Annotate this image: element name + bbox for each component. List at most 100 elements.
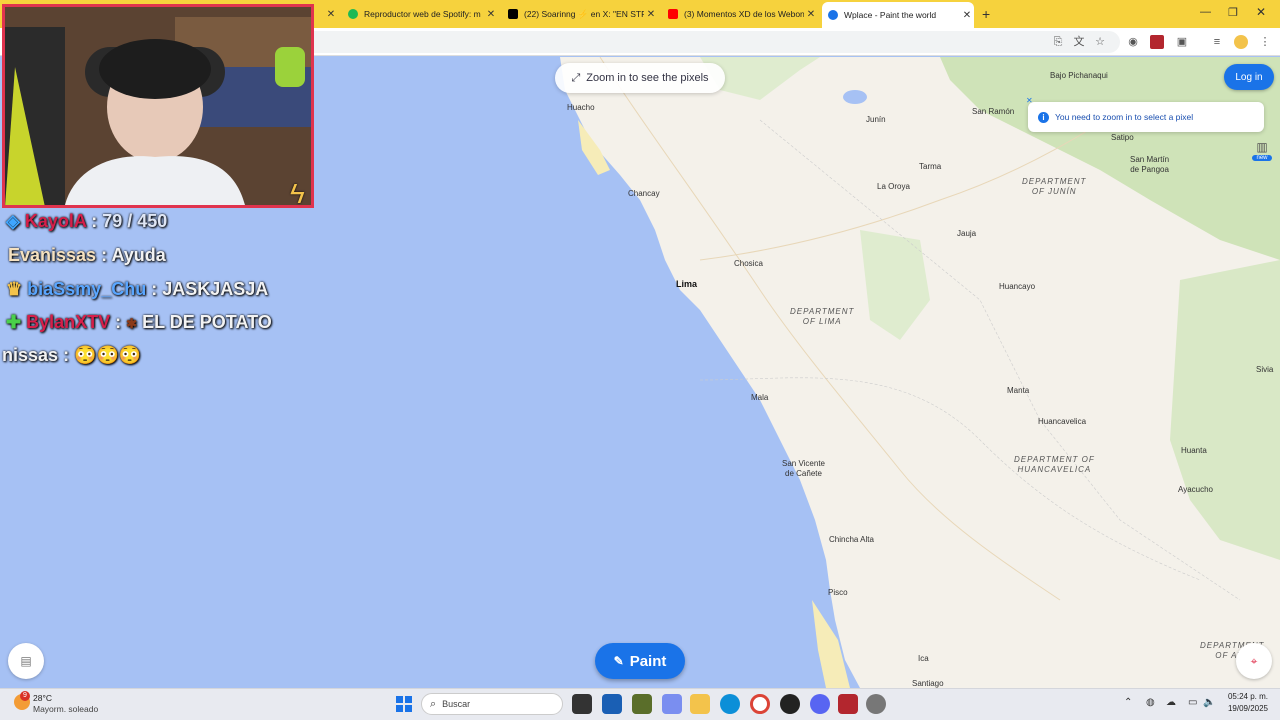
- place-pisco: Pisco: [828, 588, 848, 597]
- file-explorer-icon[interactable]: [690, 694, 710, 714]
- chat-line: Evanissas : Ayuda: [8, 245, 166, 266]
- tab-close-prev[interactable]: ✕: [318, 4, 338, 24]
- weather-badge: 9: [20, 691, 30, 701]
- extension-icon[interactable]: ◉: [1126, 35, 1140, 49]
- chat-msg: 😳😳😳: [74, 345, 142, 365]
- clock-time[interactable]: 05:24 p. m.: [1226, 692, 1268, 701]
- x-logo-icon: [508, 9, 518, 19]
- weather-desc[interactable]: Mayorm. soleado: [33, 704, 98, 714]
- close-icon[interactable]: ✕: [804, 9, 818, 20]
- tab-title: (3) Momentos XD de los Webon: [684, 9, 804, 19]
- extension-red-icon[interactable]: [1150, 35, 1164, 49]
- chat-user: Evanissas: [8, 245, 97, 265]
- tab-youtube[interactable]: (3) Momentos XD de los Webon ✕: [662, 4, 818, 24]
- chevron-up-icon[interactable]: ⌃: [1124, 697, 1132, 708]
- close-icon[interactable]: ✕: [960, 10, 974, 21]
- maximize-icon[interactable]: ❐: [1228, 6, 1238, 19]
- chat-line: nissas : 😳😳😳: [2, 345, 141, 366]
- weather-temp[interactable]: 28°C: [33, 693, 52, 703]
- place-ayacucho: Ayacucho: [1178, 485, 1213, 494]
- window-close-icon[interactable]: ✕: [1256, 5, 1266, 19]
- dept-huancavelica: DEPARTMENT OF HUANCAVELICA: [1014, 455, 1095, 474]
- puzzle-icon[interactable]: ▣: [1175, 35, 1189, 49]
- clock-date[interactable]: 19/09/2025: [1226, 704, 1268, 713]
- bookmark-star-icon[interactable]: ☆: [1093, 35, 1107, 49]
- volume-icon[interactable]: 🔈: [1203, 697, 1215, 708]
- edge-icon[interactable]: [720, 694, 740, 714]
- translate-icon[interactable]: 文: [1072, 35, 1086, 49]
- onedrive-icon[interactable]: ☁: [1166, 697, 1176, 708]
- close-icon[interactable]: ✕: [484, 9, 498, 20]
- crown-icon: ♛: [6, 279, 23, 299]
- place-bajo-pichanaqui: Bajo Pichanaqui: [1050, 71, 1108, 80]
- copilot-icon[interactable]: [662, 694, 682, 714]
- palette-button[interactable]: ▤: [8, 643, 44, 679]
- menu-icon[interactable]: ⋮: [1258, 35, 1272, 49]
- app-red-icon[interactable]: [838, 694, 858, 714]
- login-button[interactable]: Log in: [1224, 64, 1274, 90]
- place-huancayo: Huancayo: [999, 282, 1036, 291]
- toast-close-icon[interactable]: ✕: [1026, 96, 1033, 105]
- discord-icon[interactable]: [810, 694, 830, 714]
- chat-sep: :: [91, 211, 98, 231]
- place-sivia: Sivia: [1256, 365, 1274, 374]
- globe-icon: [828, 10, 838, 20]
- taskbar-search[interactable]: ⌕ Buscar: [421, 693, 563, 715]
- locate-button[interactable]: ⌖: [1236, 643, 1272, 679]
- windows-start-icon[interactable]: [396, 696, 412, 712]
- tab-x[interactable]: (22) Soarinng ⚡ en X: "EN STR ✕: [502, 4, 658, 24]
- store-icon[interactable]: [602, 694, 622, 714]
- plus-icon: ✚: [6, 312, 22, 332]
- chat-sep: :: [63, 345, 70, 365]
- chat-sep: :: [115, 312, 122, 332]
- place-santiago: Santiago: [912, 679, 944, 688]
- place-huancavelica: Huancavelica: [1038, 417, 1087, 426]
- chat-line: ♛ biaSsmy_Chu : JASKJASJA: [6, 279, 268, 300]
- install-app-icon[interactable]: ⎘: [1051, 35, 1065, 49]
- chat-user: biaSsmy_Chu: [27, 279, 147, 299]
- chrome-icon[interactable]: [750, 694, 770, 714]
- locate-icon: ⌖: [1250, 653, 1258, 668]
- place-jauja: Jauja: [957, 229, 977, 238]
- place-satipo: Satipo: [1111, 133, 1134, 142]
- chat-sep: :: [151, 279, 158, 299]
- minimize-icon[interactable]: —: [1200, 6, 1211, 18]
- new-tab-button[interactable]: +: [982, 6, 990, 22]
- profile-avatar[interactable]: [1234, 35, 1248, 49]
- chat-line: ◈ KayolA : 79 / 450: [6, 211, 167, 232]
- place-tarma: Tarma: [919, 162, 942, 171]
- app-icon[interactable]: [780, 694, 800, 714]
- settings-icon[interactable]: [866, 694, 886, 714]
- chat-user: KayolA: [24, 211, 87, 231]
- tab-title: Reproductor web de Spotify: m: [364, 9, 481, 19]
- webcam-overlay: [2, 4, 314, 208]
- zoom-in-icon: ⤢: [571, 71, 581, 84]
- task-view-icon[interactable]: [572, 694, 592, 714]
- place-mala: Mala: [751, 393, 769, 402]
- zoom-hint-pill: ⤢ Zoom in to see the pixels: [555, 63, 725, 93]
- bug-icon: ✱: [126, 316, 138, 331]
- media-icon[interactable]: ≡: [1210, 35, 1224, 49]
- place-manta: Manta: [1007, 386, 1030, 395]
- minecraft-icon[interactable]: [632, 694, 652, 714]
- url-input[interactable]: [300, 31, 1120, 53]
- display-icon[interactable]: ▭: [1188, 697, 1197, 708]
- toast-text: You need to zoom in to select a pixel: [1055, 112, 1194, 122]
- palette-icon: ▤: [20, 654, 32, 668]
- tray-app-icon[interactable]: ◍: [1146, 697, 1155, 708]
- leaderboard-button[interactable]: ▥ new: [1252, 140, 1272, 161]
- place-ica: Ica: [918, 654, 929, 663]
- place-san-vicente: San Vicente de Cañete: [782, 459, 825, 478]
- lightning-icon: ϟ: [290, 178, 305, 209]
- brush-icon: ✎: [613, 654, 624, 668]
- chat-user: nissas: [2, 345, 59, 365]
- tab-spotify[interactable]: Reproductor web de Spotify: m ✕: [342, 4, 498, 24]
- youtube-icon: [668, 9, 678, 19]
- search-icon: ⌕: [430, 697, 437, 710]
- place-huanta: Huanta: [1181, 446, 1207, 455]
- place-chancay: Chancay: [628, 189, 660, 198]
- close-icon[interactable]: ✕: [644, 9, 658, 20]
- paint-button[interactable]: ✎ Paint: [595, 643, 685, 679]
- webcam-image: [5, 7, 311, 205]
- tab-wplace[interactable]: Wplace - Paint the world ✕: [822, 2, 974, 28]
